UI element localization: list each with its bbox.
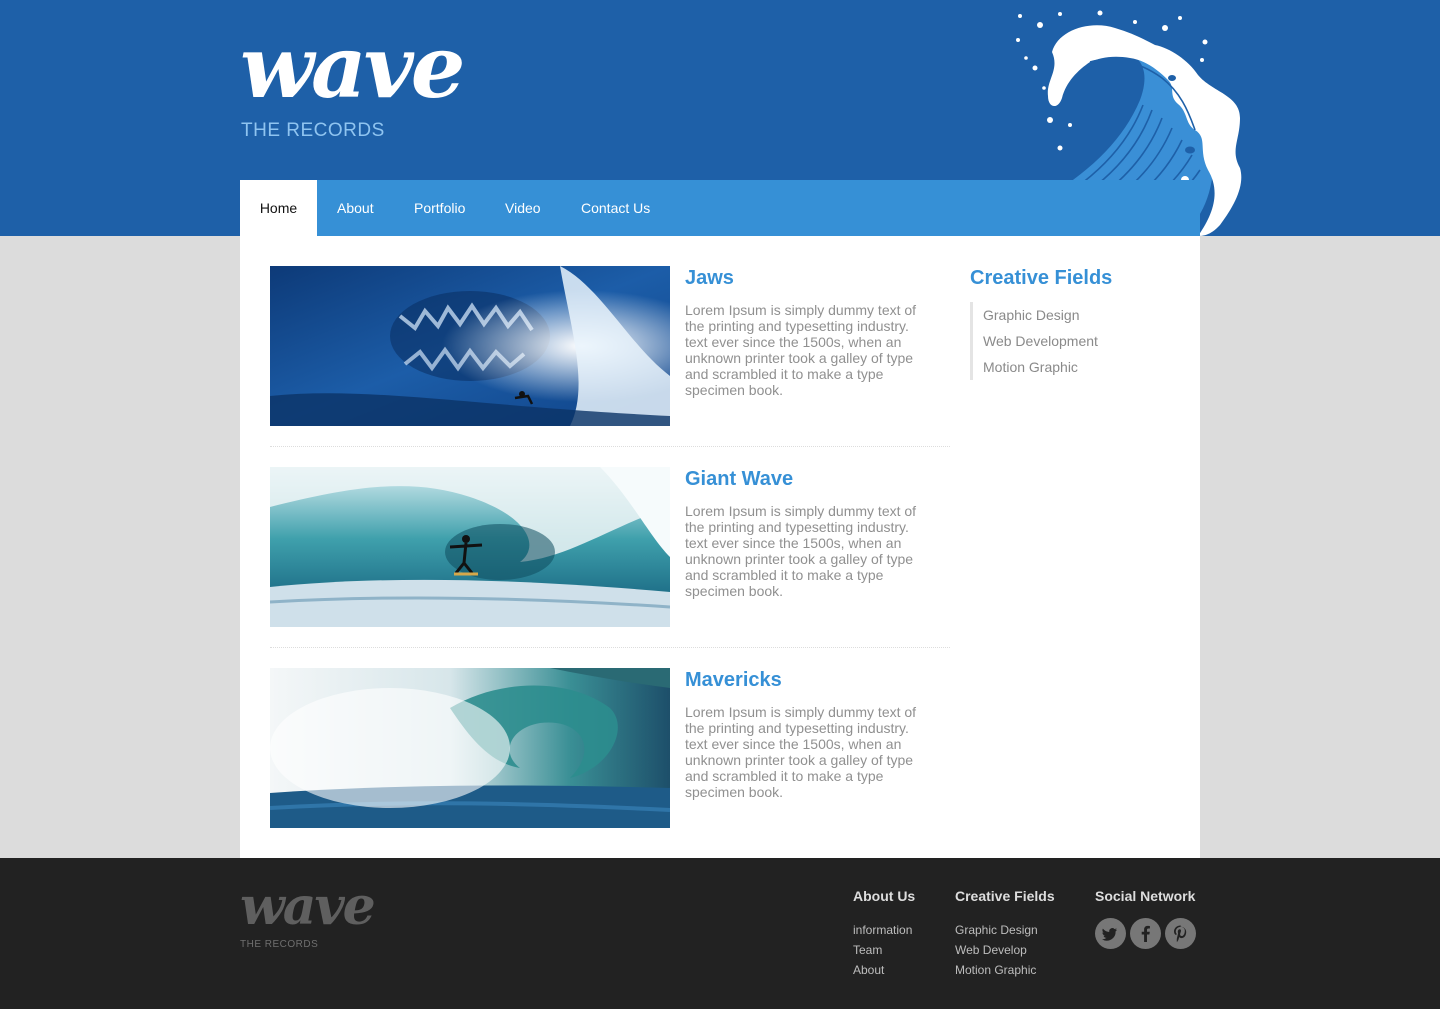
post-giant-wave: Giant Wave Lorem Ipsum is simply dummy t… — [270, 467, 950, 627]
site-tagline: THE RECORDS — [241, 120, 385, 141]
post-image-mavericks[interactable] — [270, 668, 670, 828]
site-header: wave THE RECORDS Home About Portfolio Vi… — [0, 0, 1440, 236]
footer-link-about[interactable]: About — [853, 960, 912, 980]
footer-logo[interactable]: wave — [240, 878, 376, 936]
site-logo[interactable]: wave — [240, 20, 465, 116]
nav-video[interactable]: Video — [505, 180, 541, 236]
footer-fields-title: Creative Fields — [955, 888, 1055, 904]
nav-portfolio[interactable]: Portfolio — [414, 180, 465, 236]
sidebar-title: Creative Fields — [970, 267, 1113, 289]
footer-social-title: Social Network — [1095, 888, 1196, 904]
sidebar-item-motion-graphic[interactable]: Motion Graphic — [983, 354, 1098, 380]
post-divider — [270, 446, 950, 447]
post-image-giant-wave[interactable] — [270, 467, 670, 627]
pinterest-icon[interactable] — [1165, 918, 1196, 949]
footer-fields-links: Graphic Design Web Develop Motion Graphi… — [955, 920, 1038, 980]
main-content: Jaws Lorem Ipsum is simply dummy text of… — [240, 236, 1200, 858]
post-text-giant-wave: Lorem Ipsum is simply dummy text of the … — [685, 503, 917, 599]
post-title-mavericks[interactable]: Mavericks — [685, 668, 782, 692]
post-text-jaws: Lorem Ipsum is simply dummy text of the … — [685, 302, 917, 398]
post-jaws: Jaws Lorem Ipsum is simply dummy text of… — [270, 266, 950, 426]
sidebar-item-web-development[interactable]: Web Development — [983, 328, 1098, 354]
footer-tagline: THE RECORDS — [240, 939, 319, 950]
footer-link-graphic-design[interactable]: Graphic Design — [955, 920, 1038, 940]
footer-link-web-develop[interactable]: Web Develop — [955, 940, 1038, 960]
post-mavericks: Mavericks Lorem Ipsum is simply dummy te… — [270, 668, 950, 828]
nav-contact-us[interactable]: Contact Us — [581, 180, 650, 236]
post-divider — [270, 647, 950, 648]
main-nav: Home About Portfolio Video Contact Us — [240, 180, 1200, 236]
post-title-giant-wave[interactable]: Giant Wave — [685, 467, 793, 491]
nav-home[interactable]: Home — [240, 180, 317, 236]
twitter-icon[interactable] — [1095, 918, 1126, 949]
footer-link-motion-graphic[interactable]: Motion Graphic — [955, 960, 1038, 980]
footer-link-team[interactable]: Team — [853, 940, 912, 960]
footer-about-title: About Us — [853, 888, 916, 904]
footer-link-information[interactable]: information — [853, 920, 912, 940]
sidebar-item-graphic-design[interactable]: Graphic Design — [983, 302, 1098, 328]
post-image-jaws[interactable] — [270, 266, 670, 426]
nav-about[interactable]: About — [337, 180, 374, 236]
sidebar-list: Graphic Design Web Development Motion Gr… — [970, 302, 1098, 380]
post-title-jaws[interactable]: Jaws — [685, 266, 734, 290]
footer-about-links: information Team About — [853, 920, 912, 980]
site-footer: wave THE RECORDS About Us information Te… — [0, 858, 1440, 1009]
facebook-icon[interactable] — [1130, 918, 1161, 949]
post-text-mavericks: Lorem Ipsum is simply dummy text of the … — [685, 704, 917, 800]
